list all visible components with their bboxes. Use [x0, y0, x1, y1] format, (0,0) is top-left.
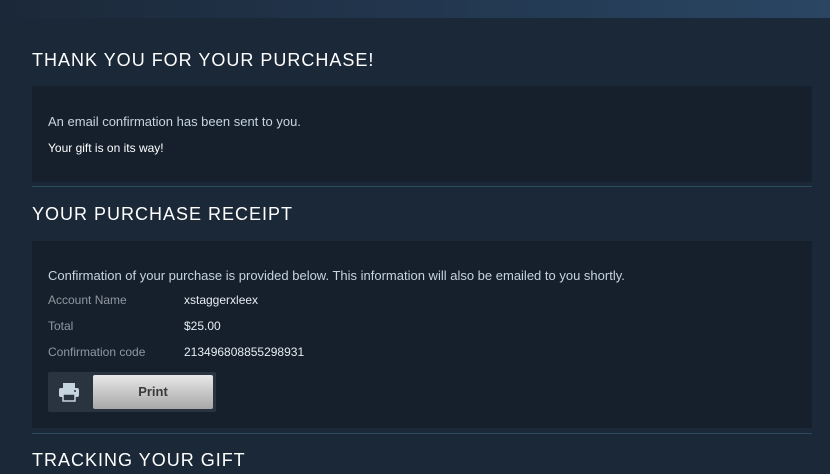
section-divider	[32, 186, 812, 187]
receipt-label: Confirmation code	[48, 345, 146, 359]
receipt-label: Account Name	[48, 293, 127, 307]
receipt-value: $25.00	[184, 319, 221, 333]
tracking-heading: TRACKING YOUR GIFT	[32, 450, 246, 470]
thank-you-heading: THANK YOU FOR YOUR PURCHASE!	[32, 50, 375, 70]
print-button[interactable]: Print	[48, 372, 216, 412]
print-button-label[interactable]: Print	[93, 375, 213, 409]
header-gradient-band	[0, 0, 830, 18]
receipt-value: xstaggerxleex	[184, 293, 259, 307]
receipt-label: Total	[48, 319, 74, 333]
receipt-intro-text: Confirmation of your purchase is provide…	[48, 268, 625, 283]
receipt-heading: YOUR PURCHASE RECEIPT	[32, 204, 294, 224]
thank-you-panel: An email confirmation has been sent to y…	[32, 86, 812, 182]
receipt-value: 213496808855298931	[184, 345, 305, 359]
receipt-panel: Confirmation of your purchase is provide…	[32, 241, 812, 428]
section-divider	[32, 433, 812, 434]
printer-icon	[59, 383, 79, 402]
email-confirmation-text: An email confirmation has been sent to y…	[48, 114, 301, 129]
gift-status-text: Your gift is on its way!	[48, 141, 164, 155]
